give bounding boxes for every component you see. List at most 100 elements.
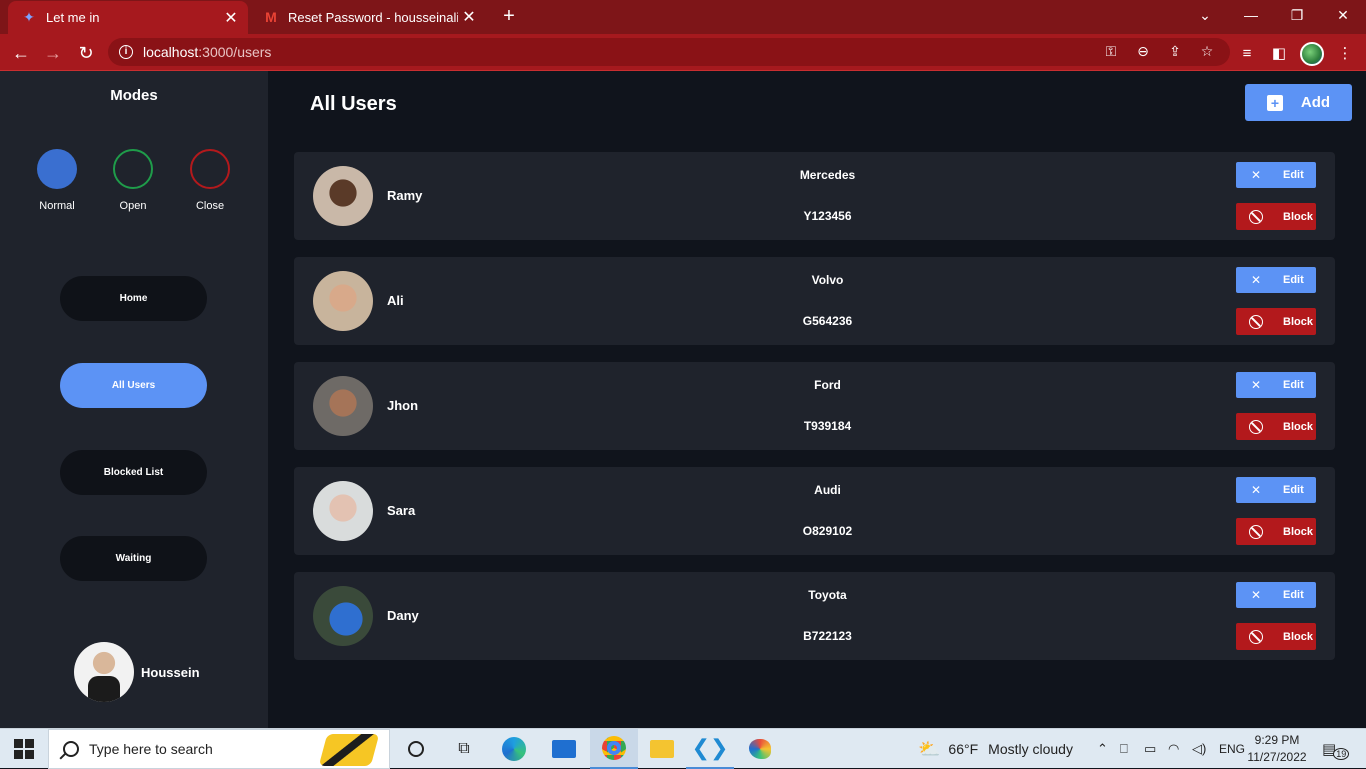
task-view-icon[interactable]: ⧉ — [440, 729, 488, 769]
share-icon[interactable]: ⇪ — [1165, 41, 1185, 61]
language-indicator[interactable]: ENG — [1219, 729, 1245, 769]
new-tab-button[interactable]: + — [498, 5, 520, 27]
mode-label: Normal — [39, 200, 75, 212]
edit-label: Edit — [1283, 589, 1304, 601]
edge-icon[interactable] — [490, 729, 538, 769]
add-label: Add — [1300, 94, 1331, 111]
edit-button[interactable]: ✕ Edit — [1236, 267, 1316, 293]
user-card: Dany Toyota B722123 ✕ Edit Block — [294, 572, 1335, 660]
user-plate: B722123 — [803, 629, 852, 643]
search-placeholder: Type here to search — [89, 741, 213, 757]
user-name: Dany — [387, 608, 419, 623]
close-window-button[interactable]: ✕ — [1320, 0, 1366, 30]
url-text: localhost:3000/users — [143, 44, 271, 60]
site-info-icon[interactable]: i — [119, 45, 133, 59]
file-explorer-icon[interactable] — [638, 729, 686, 769]
tray-chevron-icon[interactable]: ⌃ — [1097, 729, 1108, 769]
profile-avatar[interactable] — [1300, 42, 1324, 66]
windows-start-icon[interactable] — [14, 739, 34, 759]
battery-icon[interactable]: ▭ — [1144, 729, 1156, 769]
edit-label: Edit — [1283, 484, 1304, 496]
clock[interactable]: 9:29 PM 11/27/2022 — [1244, 732, 1310, 766]
main-content: All Users + Add Ramy Mercedes Y123456 ✕ E… — [268, 71, 1366, 728]
tools-icon: ✕ — [1250, 273, 1262, 287]
mail-icon[interactable] — [540, 729, 588, 769]
block-label: Block — [1283, 630, 1313, 643]
block-label: Block — [1283, 315, 1313, 328]
current-user-name: Houssein — [141, 664, 200, 680]
current-user-avatar[interactable] — [74, 642, 134, 702]
taskbar-search[interactable]: Type here to search — [48, 729, 390, 769]
nav-all-users[interactable]: All Users — [60, 363, 207, 408]
user-avatar — [313, 376, 373, 436]
user-avatar — [313, 481, 373, 541]
paint-icon[interactable] — [736, 729, 784, 769]
media-control-icon[interactable]: ≡ — [1236, 43, 1258, 65]
chrome-icon[interactable] — [590, 729, 638, 769]
add-user-button[interactable]: + Add — [1245, 84, 1352, 121]
sprite-icon: ✦ — [23, 9, 35, 25]
nav-blocked-list[interactable]: Blocked List — [60, 450, 207, 495]
back-button[interactable]: ← — [8, 40, 34, 66]
nav-home[interactable]: Home — [60, 276, 207, 321]
cortana-icon[interactable] — [392, 729, 440, 769]
restore-button[interactable]: ❐ — [1274, 0, 1320, 30]
edit-button[interactable]: ✕ Edit — [1236, 372, 1316, 398]
user-avatar — [313, 586, 373, 646]
edit-button[interactable]: ✕ Edit — [1236, 582, 1316, 608]
block-label: Block — [1283, 210, 1313, 223]
user-card: Sara Audi O829102 ✕ Edit Block — [294, 467, 1335, 555]
block-button[interactable]: Block — [1236, 308, 1316, 335]
tab-search-chevron-icon[interactable]: ⌄ — [1182, 0, 1228, 30]
user-name: Sara — [387, 503, 416, 518]
user-plate: G564236 — [802, 314, 853, 328]
block-button[interactable]: Block — [1236, 413, 1316, 440]
url-host: localhost — [143, 44, 199, 60]
key-icon[interactable]: ⚿ — [1101, 41, 1121, 61]
address-bar[interactable]: i localhost:3000/users — [108, 38, 1230, 66]
vscode-icon[interactable]: ❮❯ — [686, 729, 734, 769]
tray-meet-icon[interactable]: ⎕ — [1120, 729, 1128, 769]
tab-let-me-in[interactable]: ✦ Let me in ✕ — [8, 1, 248, 34]
side-panel-icon[interactable]: ◧ — [1268, 43, 1290, 65]
mode-normal-swatch[interactable] — [37, 149, 77, 189]
cloud-sun-icon: ⛅ — [918, 738, 941, 759]
user-card: Jhon Ford T939184 ✕ Edit Block — [294, 362, 1335, 450]
modes-title: Modes — [110, 87, 158, 104]
zoom-icon[interactable]: ⊖ — [1133, 41, 1153, 61]
user-avatar — [313, 271, 373, 331]
search-highlight-icon — [318, 734, 380, 766]
tools-icon: ✕ — [1250, 588, 1262, 602]
tab-reset-password[interactable]: M Reset Password - housseinalialdr ✕ — [250, 0, 486, 34]
gmail-icon: M — [265, 9, 277, 25]
menu-dots-icon[interactable]: ⋮ — [1334, 43, 1356, 65]
weather-widget[interactable]: ⛅ 66°F Mostly cloudy — [918, 729, 1073, 769]
clock-time: 9:29 PM — [1254, 733, 1300, 747]
close-tab-icon[interactable]: ✕ — [220, 8, 242, 28]
bookmark-star-icon[interactable]: ☆ — [1197, 41, 1217, 61]
edit-button[interactable]: ✕ Edit — [1236, 162, 1316, 188]
block-button[interactable]: Block — [1236, 518, 1316, 545]
mode-open-swatch[interactable] — [113, 149, 153, 189]
forward-button[interactable]: → — [40, 40, 66, 66]
ban-icon — [1249, 209, 1263, 224]
mode-normal[interactable]: Normal — [27, 149, 87, 212]
user-car: Volvo — [811, 273, 844, 287]
block-button[interactable]: Block — [1236, 203, 1316, 230]
edit-button[interactable]: ✕ Edit — [1236, 477, 1316, 503]
mode-close-swatch[interactable] — [190, 149, 230, 189]
ban-icon — [1249, 314, 1263, 329]
close-tab-icon[interactable]: ✕ — [458, 7, 480, 27]
current-user[interactable]: Houssein — [74, 642, 200, 702]
reload-button[interactable]: ↻ — [73, 40, 99, 66]
tab-title: Let me in — [46, 10, 100, 25]
minimize-button[interactable]: — — [1228, 0, 1274, 30]
notification-center[interactable]: ▤ 19 — [1322, 729, 1350, 769]
mode-close[interactable]: Close — [180, 149, 240, 212]
wifi-icon[interactable]: ◠ — [1168, 729, 1179, 769]
volume-icon[interactable]: ◁) — [1192, 729, 1206, 769]
block-button[interactable]: Block — [1236, 623, 1316, 650]
nav-waiting[interactable]: Waiting — [60, 536, 207, 581]
mode-open[interactable]: Open — [103, 149, 163, 212]
user-plate: Y123456 — [803, 209, 852, 223]
